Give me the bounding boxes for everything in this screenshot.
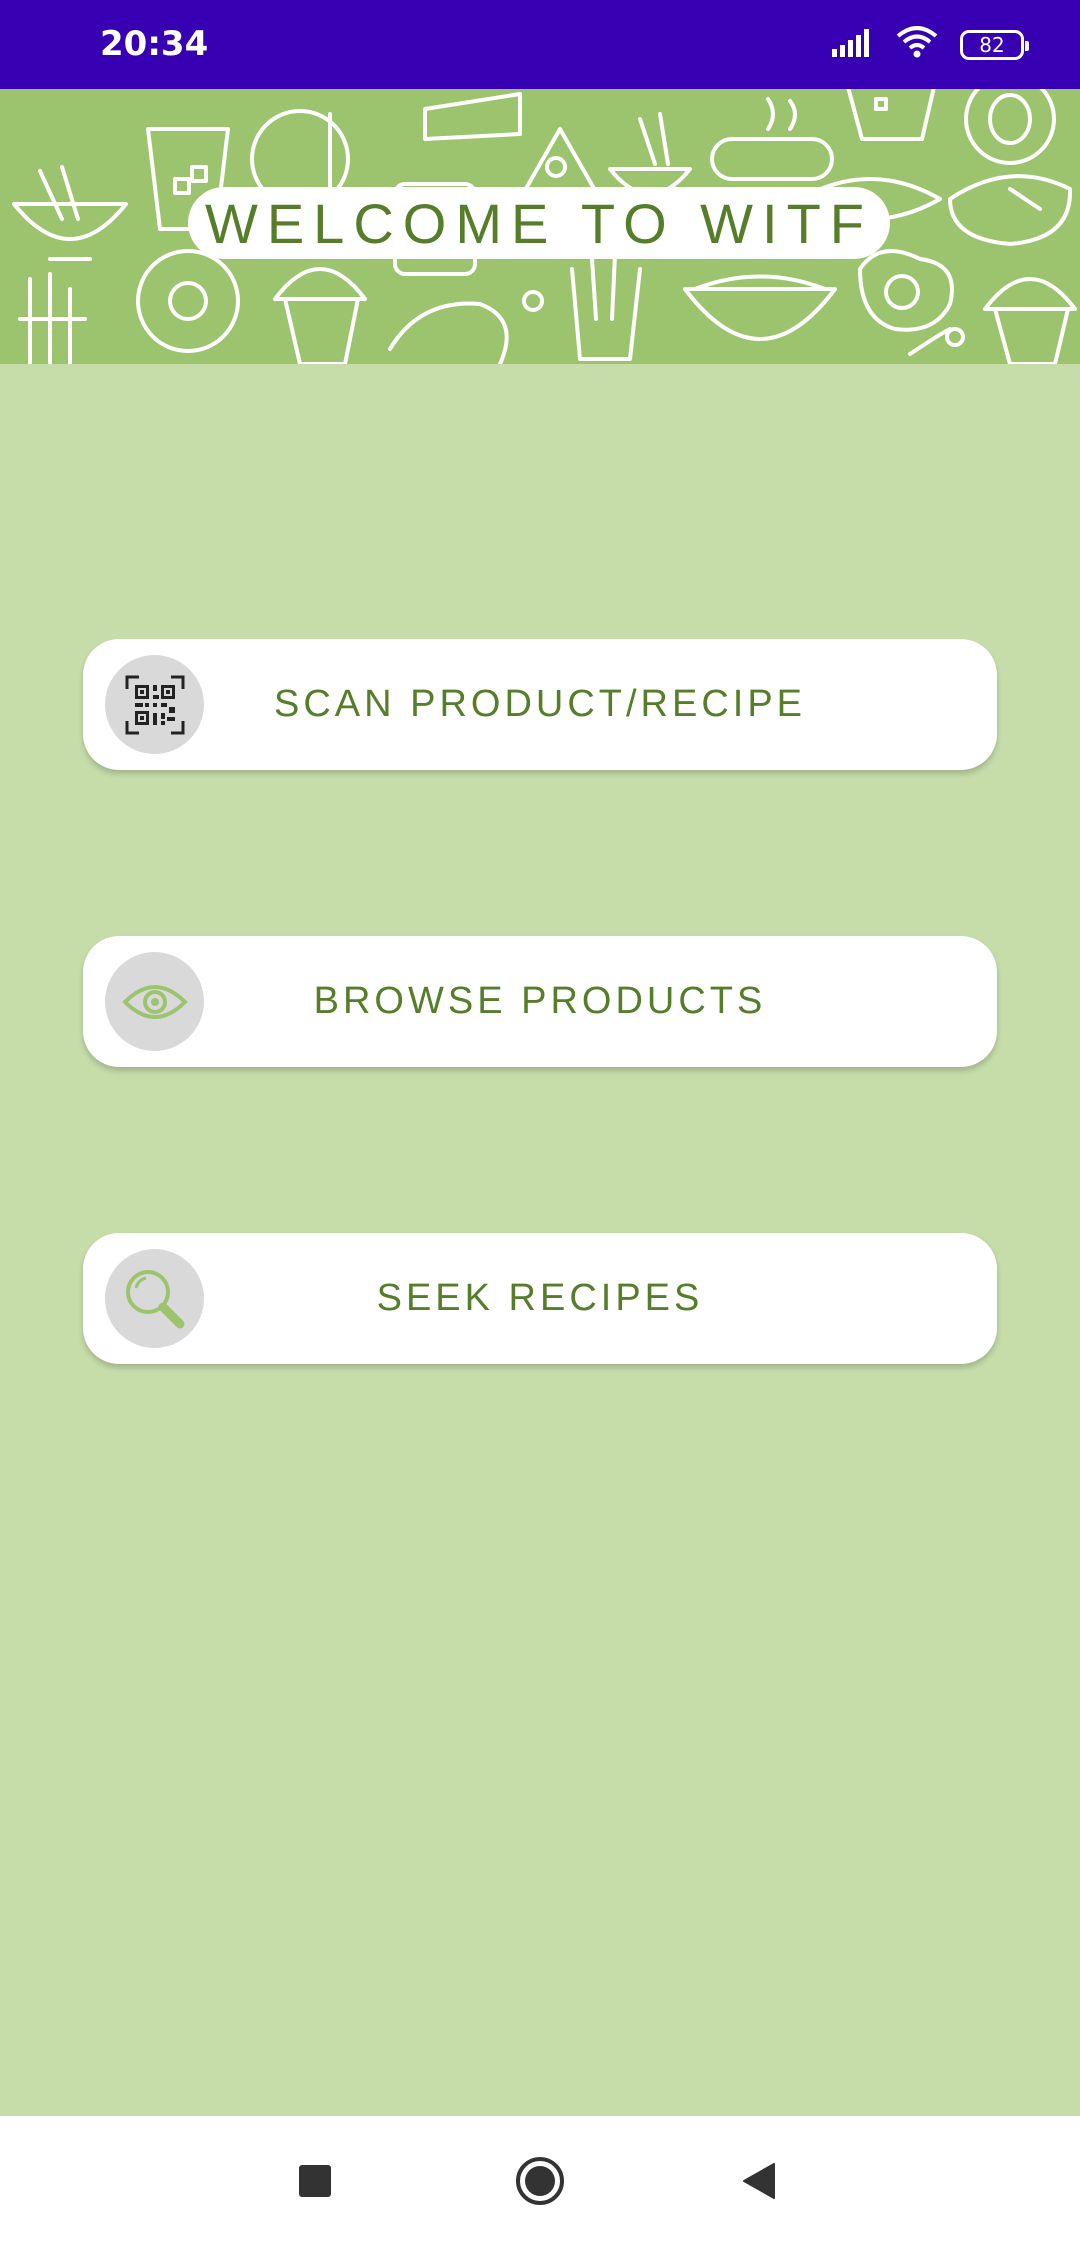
recents-square-icon[interactable] xyxy=(280,2146,350,2216)
header-banner: WELCOME TO WITF xyxy=(0,89,1080,364)
browse-products-label: BROWSE PRODUCTS xyxy=(313,980,767,1022)
scan-product-recipe-button[interactable]: SCAN PRODUCT/RECIPE xyxy=(83,639,997,770)
system-nav-bar xyxy=(0,2116,1080,2246)
home-circle-icon[interactable] xyxy=(505,2146,575,2216)
welcome-title-pill: WELCOME TO WITF xyxy=(188,187,890,259)
back-triangle-icon[interactable] xyxy=(725,2146,795,2216)
qr-code-icon xyxy=(105,655,204,754)
home-screen: 20:34 82 WELCOME TO WITF SCAN PRODUCT/RE… xyxy=(0,0,1080,2246)
status-time: 20:34 xyxy=(100,24,209,64)
signal-icon xyxy=(830,27,874,62)
wifi-icon xyxy=(896,26,938,63)
page-title: WELCOME TO WITF xyxy=(204,191,874,255)
status-icons: 82 xyxy=(830,26,1029,63)
search-icon xyxy=(105,1249,204,1348)
seek-recipes-label: SEEK RECIPES xyxy=(376,1277,704,1319)
scan-product-recipe-label: SCAN PRODUCT/RECIPE xyxy=(273,683,807,725)
eye-icon xyxy=(105,952,204,1051)
browse-products-button[interactable]: BROWSE PRODUCTS xyxy=(83,936,997,1067)
battery-icon: 82 xyxy=(960,29,1029,60)
status-bar: 20:34 82 xyxy=(0,0,1080,89)
seek-recipes-button[interactable]: SEEK RECIPES xyxy=(83,1233,997,1364)
